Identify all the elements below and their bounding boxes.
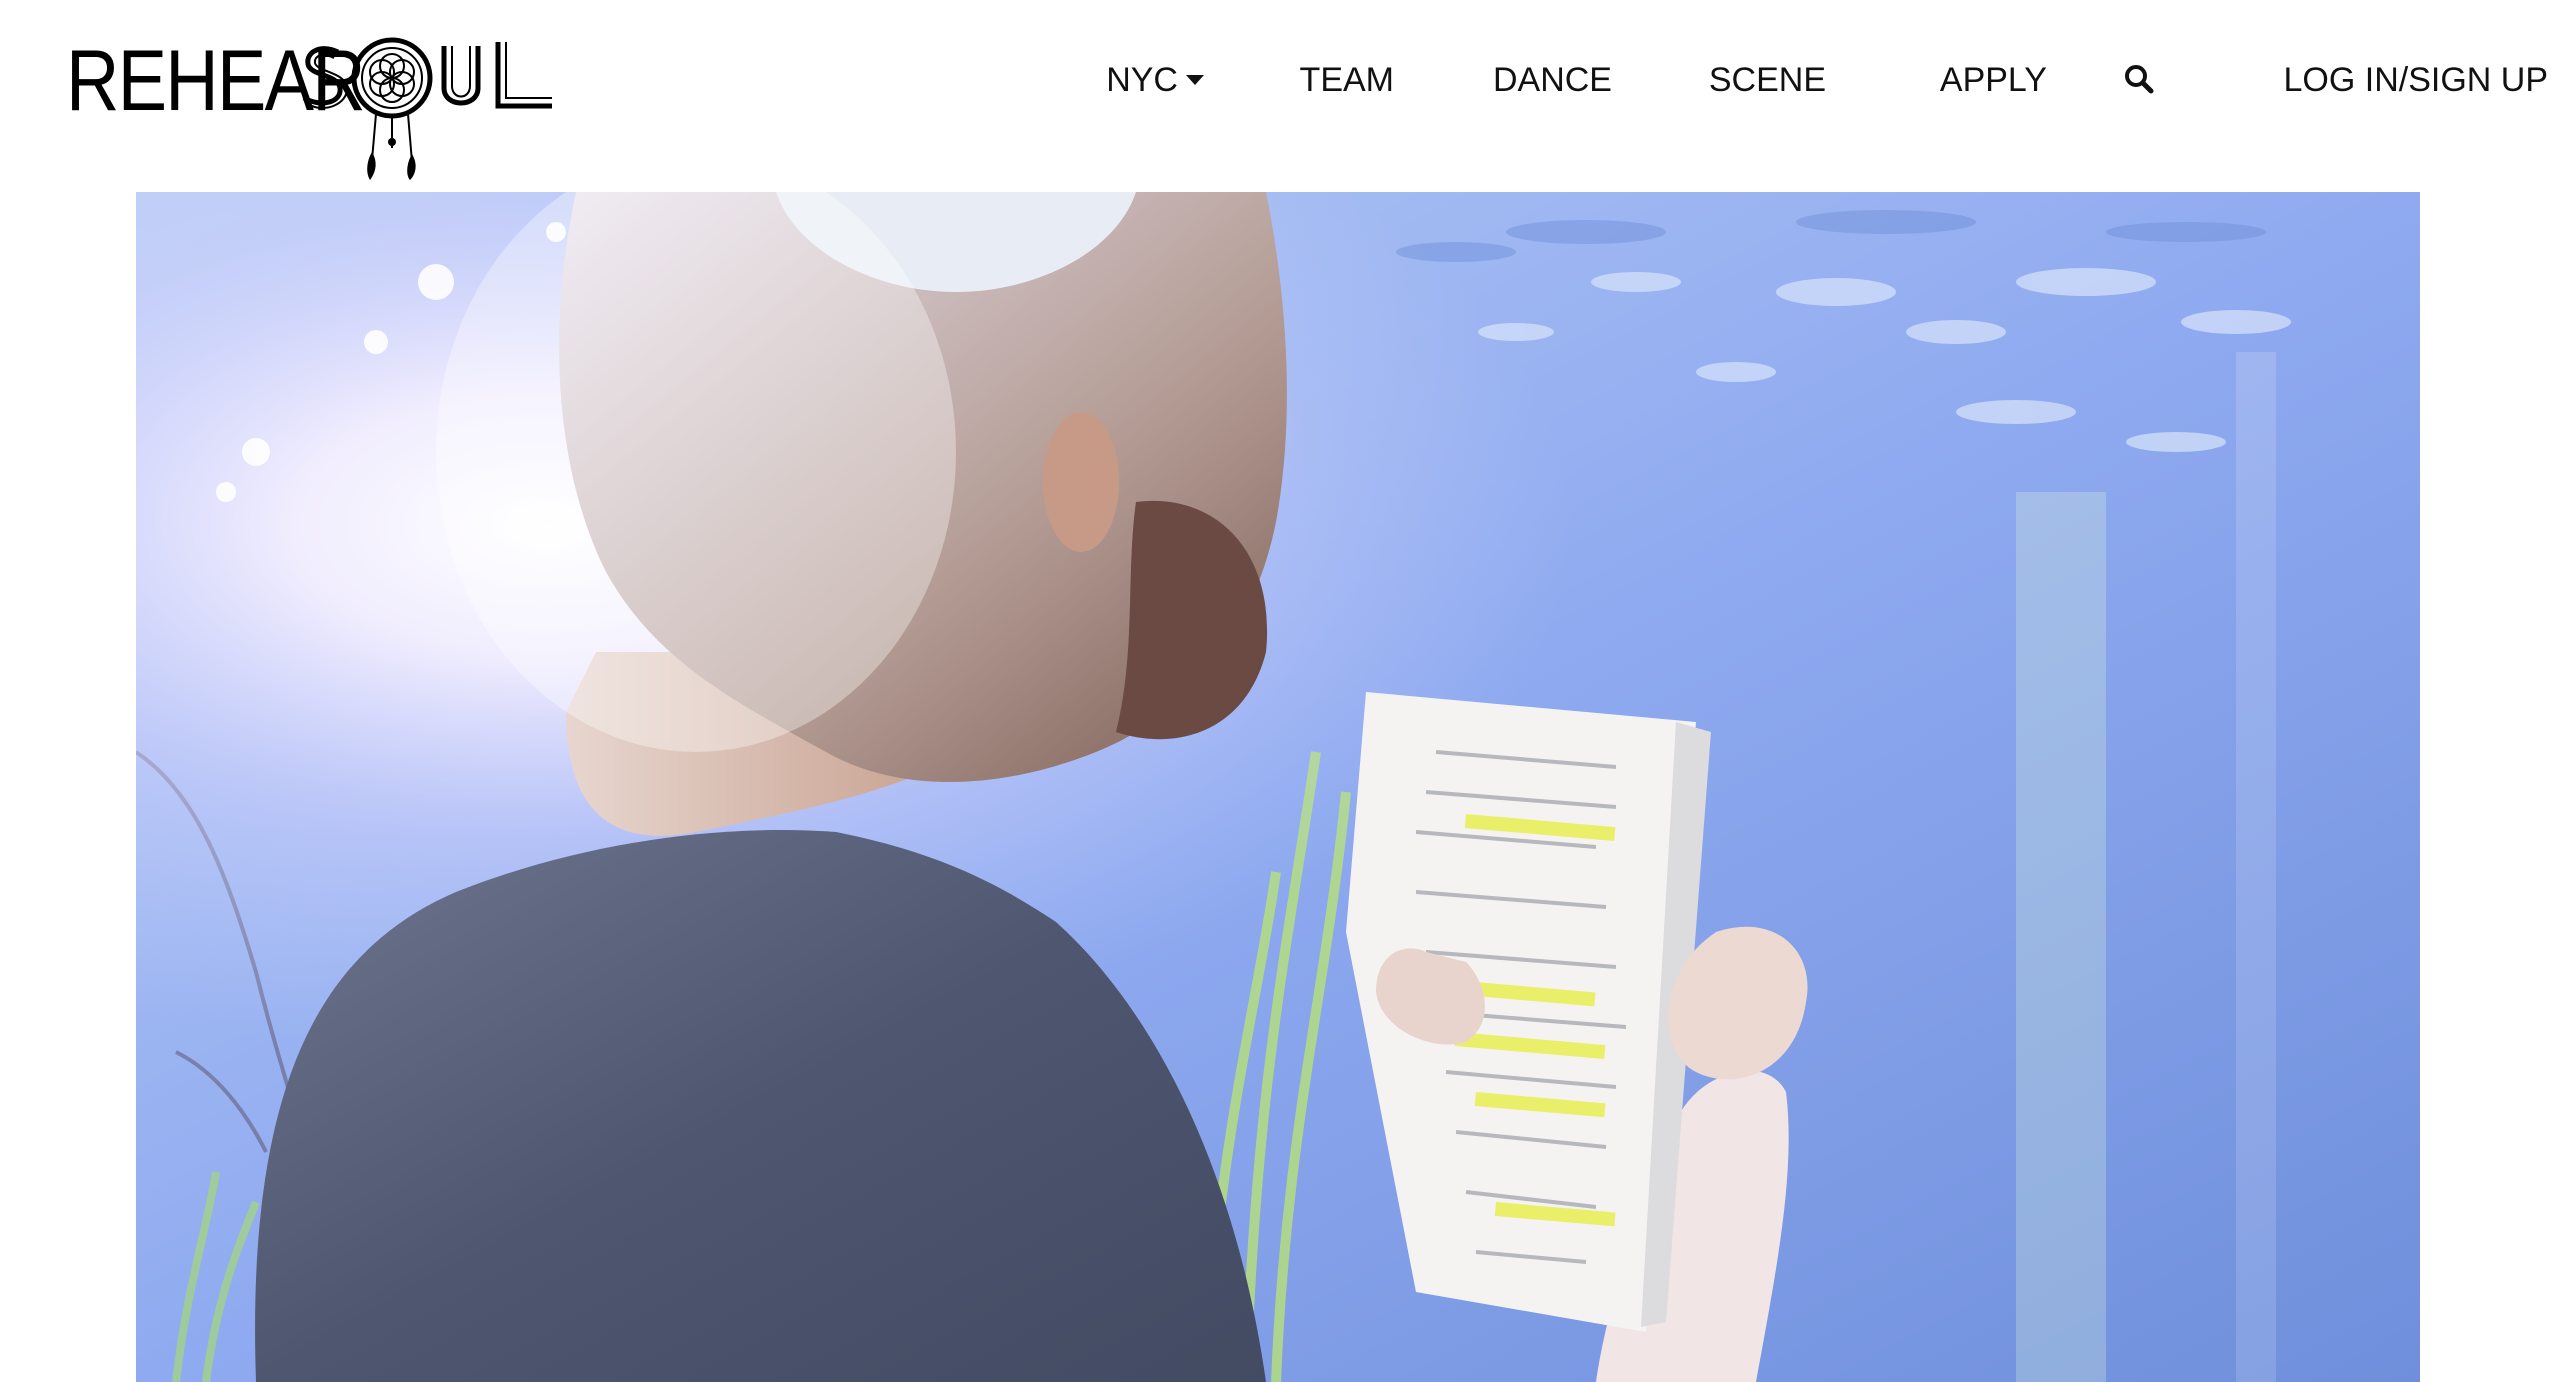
nav-item-scene[interactable]: SCENE — [1709, 52, 1826, 108]
site-header: REHEAR NYC TEAM DANCE SCENE APPLY LOG IN… — [0, 0, 2554, 192]
hero-photo-illustration — [136, 192, 2420, 1382]
nav-item-apply[interactable]: APPLY — [1940, 52, 2047, 108]
site-logo[interactable]: REHEAR — [60, 30, 560, 180]
nav-item-label: TEAM — [1299, 61, 1394, 99]
search-button[interactable] — [2120, 60, 2160, 100]
nav-item-label: SCENE — [1708, 61, 1826, 99]
logo-dreamcatcher-graphic — [302, 37, 552, 180]
nav-item-nyc[interactable]: NYC — [1106, 52, 1204, 108]
login-signup-link[interactable]: LOG IN/SIGN UP — [2284, 52, 2549, 108]
nav-item-dance[interactable]: DANCE — [1493, 52, 1612, 108]
search-icon — [2125, 65, 2154, 94]
nav-item-label: NYC — [1106, 61, 1178, 99]
page: REHEAR NYC TEAM DANCE SCENE APPLY LOG IN… — [0, 0, 2554, 1382]
hero-image — [136, 192, 2420, 1382]
nav-item-team[interactable]: TEAM — [1300, 52, 1394, 108]
nav-item-label: DANCE — [1492, 61, 1612, 99]
login-signup-label: LOG IN/SIGN UP — [2283, 61, 2549, 99]
caret-down-icon — [1186, 75, 1204, 86]
nav-item-label: APPLY — [1939, 61, 2047, 99]
